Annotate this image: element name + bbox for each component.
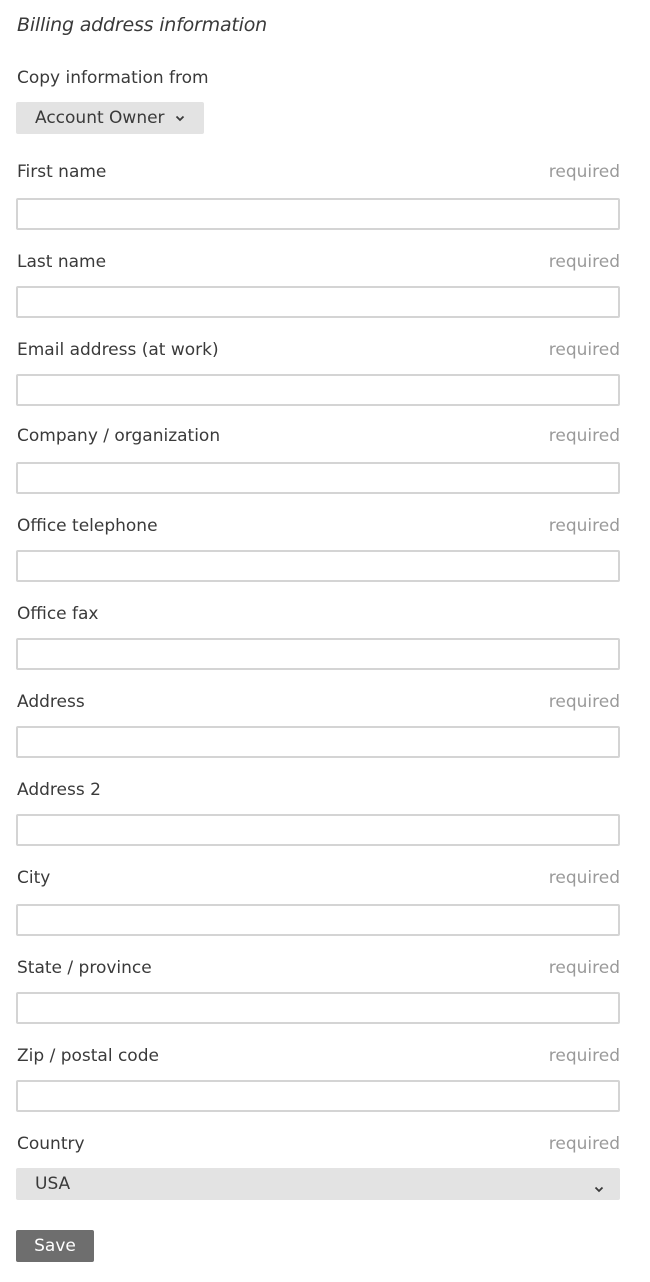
- office-fax-label: Office fax: [17, 604, 99, 624]
- country-required-badge: required: [548, 1134, 620, 1154]
- office-telephone-required-badge: required: [548, 516, 620, 536]
- email-required-badge: required: [548, 340, 620, 360]
- city-required-badge: required: [548, 868, 620, 888]
- billing-address-form: Billing address information Copy informa…: [0, 0, 650, 1282]
- zip-label: Zip / postal code: [17, 1046, 159, 1066]
- company-required-badge: required: [548, 426, 620, 446]
- country-selected-value: USA: [35, 1174, 71, 1194]
- company-input[interactable]: [16, 462, 620, 494]
- last-name-required-badge: required: [548, 252, 620, 272]
- last-name-input[interactable]: [16, 286, 620, 318]
- chevron-down-icon: [594, 1178, 604, 1198]
- email-label: Email address (at work): [17, 340, 219, 360]
- office-telephone-label: Office telephone: [17, 516, 158, 536]
- state-required-badge: required: [548, 958, 620, 978]
- address-required-badge: required: [548, 692, 620, 712]
- address-input[interactable]: [16, 726, 620, 758]
- address-label: Address: [17, 692, 85, 712]
- first-name-required-badge: required: [548, 162, 620, 182]
- address2-input[interactable]: [16, 814, 620, 846]
- country-label: Country: [17, 1134, 85, 1154]
- office-telephone-input[interactable]: [16, 550, 620, 582]
- zip-input[interactable]: [16, 1080, 620, 1112]
- city-input[interactable]: [16, 904, 620, 936]
- zip-required-badge: required: [548, 1046, 620, 1066]
- first-name-input[interactable]: [16, 198, 620, 230]
- copy-from-label: Copy information from: [17, 68, 209, 88]
- country-select[interactable]: USA: [16, 1168, 620, 1200]
- first-name-label: First name: [17, 162, 107, 182]
- company-label: Company / organization: [17, 426, 221, 446]
- copy-from-select[interactable]: Account Owner: [16, 102, 204, 134]
- state-input[interactable]: [16, 992, 620, 1024]
- last-name-label: Last name: [17, 252, 107, 272]
- section-title: Billing address information: [17, 14, 267, 36]
- address2-label: Address 2: [17, 780, 101, 800]
- state-label: State / province: [17, 958, 152, 978]
- email-input[interactable]: [16, 374, 620, 406]
- save-button[interactable]: Save: [16, 1230, 94, 1262]
- office-fax-input[interactable]: [16, 638, 620, 670]
- chevron-down-icon: [175, 115, 185, 122]
- copy-from-selected-value: Account Owner: [35, 108, 165, 128]
- city-label: City: [17, 868, 51, 888]
